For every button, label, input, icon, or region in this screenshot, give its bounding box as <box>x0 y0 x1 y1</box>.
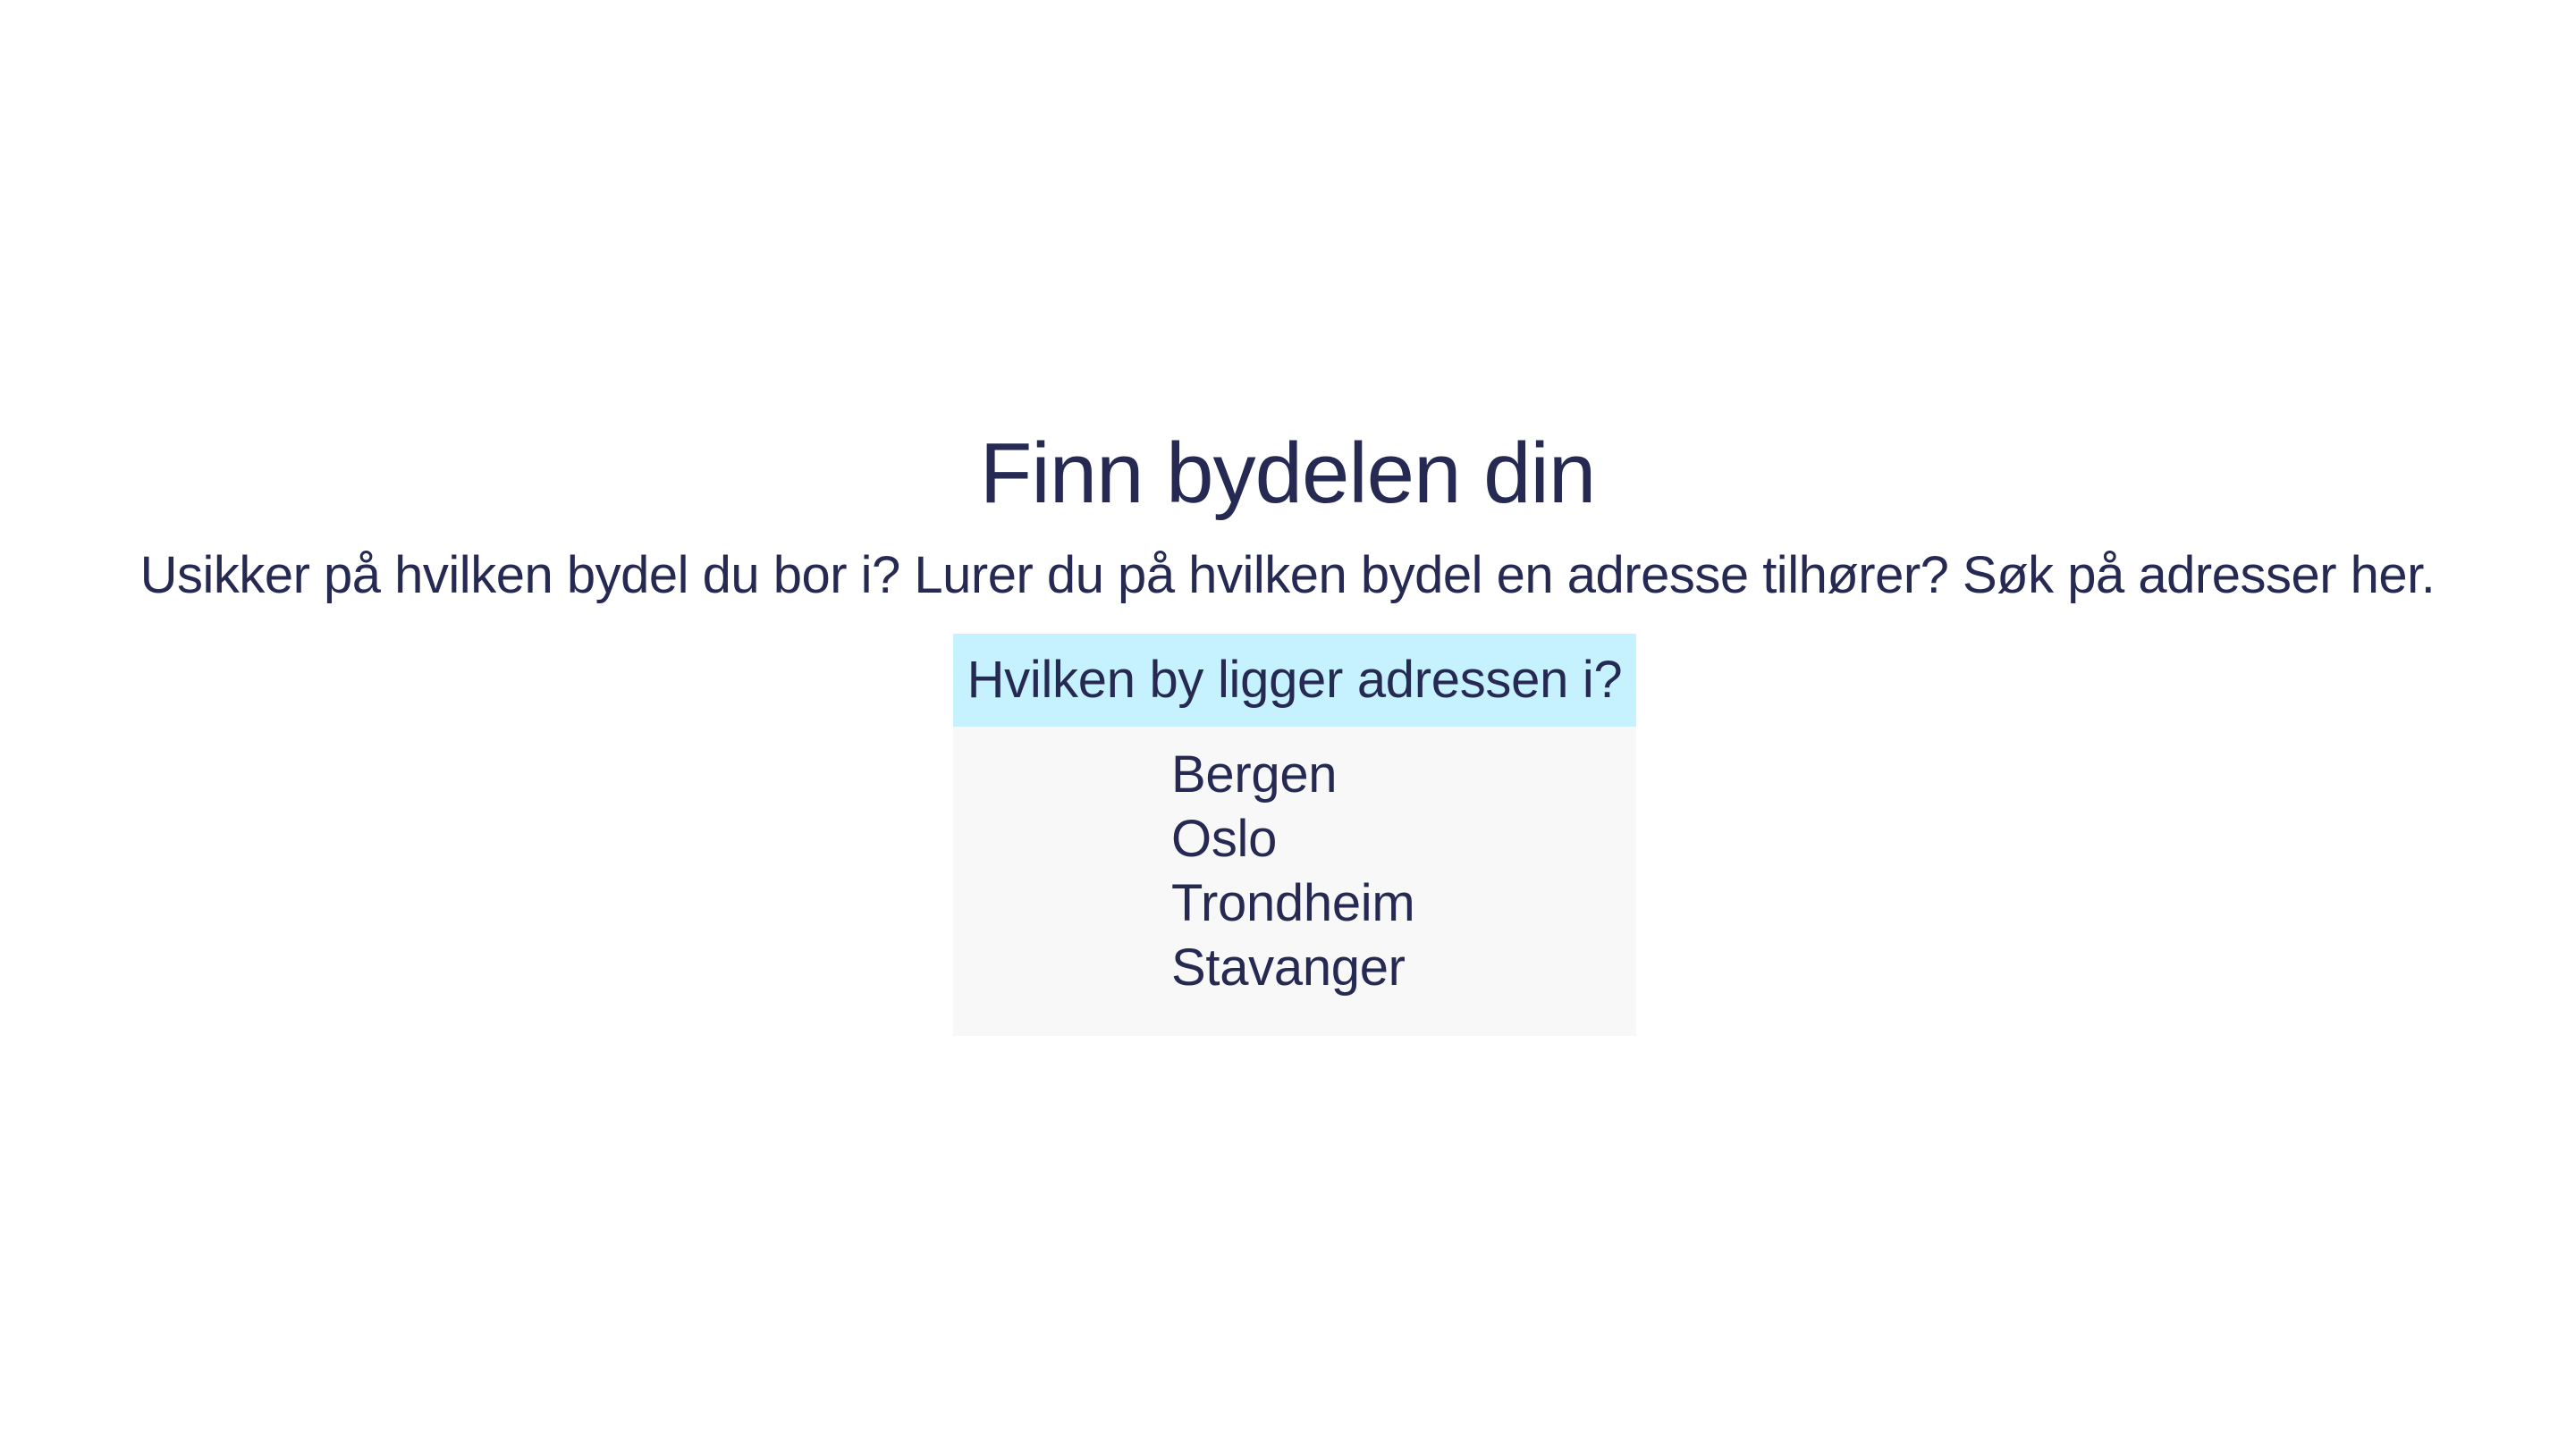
city-question-label: Hvilken by ligger adressen i? <box>953 634 1636 727</box>
city-option-bergen[interactable]: Bergen <box>1171 743 1636 807</box>
page-subtitle: Usikker på hvilken bydel du bor i? Lurer… <box>139 546 2436 604</box>
page-title: Finn bydelen din <box>979 425 1596 521</box>
city-option-oslo[interactable]: Oslo <box>1171 807 1636 871</box>
page: Finn bydelen din Usikker på hvilken byde… <box>0 0 2575 1456</box>
city-options-list: Bergen Oslo Trondheim Stavanger <box>953 727 1636 1036</box>
city-selector: Hvilken by ligger adressen i? Bergen Osl… <box>953 634 1636 1036</box>
city-option-stavanger[interactable]: Stavanger <box>1171 936 1636 1000</box>
city-option-trondheim[interactable]: Trondheim <box>1171 871 1636 936</box>
